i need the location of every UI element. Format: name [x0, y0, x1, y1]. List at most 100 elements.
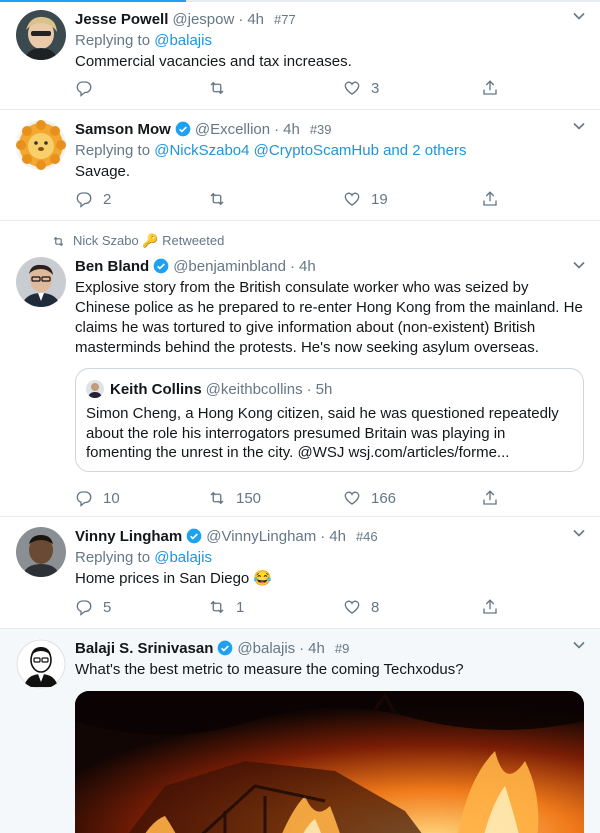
- tweet-time[interactable]: 4h: [308, 640, 325, 657]
- author-handle[interactable]: @balajis: [237, 640, 295, 657]
- author-handle[interactable]: @jespow: [172, 11, 234, 28]
- author-handle[interactable]: @Excellion: [195, 121, 270, 138]
- quoted-tweet-text: Simon Cheng, a Hong Kong citizen, said h…: [86, 405, 559, 461]
- reply-button[interactable]: 2: [75, 190, 111, 208]
- share-button[interactable]: [481, 79, 499, 97]
- reply-count: 5: [103, 598, 112, 616]
- retweet-icon: [210, 600, 224, 614]
- retweet-button[interactable]: [208, 79, 236, 97]
- tweet-header: Balaji S. Srinivasan @balajis · 4h #9: [75, 638, 584, 658]
- tweet-text: Explosive story from the British consula…: [75, 279, 583, 356]
- reply-count: 10: [103, 489, 120, 507]
- share-button[interactable]: [481, 489, 499, 507]
- separator-dot: ·: [320, 527, 326, 545]
- verified-badge-icon: [153, 258, 169, 274]
- quoted-avatar: [86, 380, 104, 398]
- chevron-down-icon[interactable]: [572, 119, 586, 133]
- reply-icon: [76, 491, 92, 507]
- avatar[interactable]: [16, 257, 66, 307]
- tweet[interactable]: Balaji S. Srinivasan @balajis · 4h #9 Wh…: [0, 629, 600, 833]
- avatar[interactable]: [16, 527, 66, 577]
- author-name[interactable]: Jesse Powell: [75, 11, 168, 28]
- quoted-author-handle: @keithbcollins: [205, 380, 303, 398]
- retweet-context: Nick Szabo 🔑 Retweeted: [52, 233, 224, 249]
- tweet-time[interactable]: 4h: [299, 258, 316, 275]
- reply-icon: [76, 192, 92, 208]
- author-handle[interactable]: @VinnyLingham: [206, 528, 316, 545]
- tweet-actions: 3: [75, 79, 505, 103]
- separator-dot: ·: [299, 639, 305, 657]
- like-button[interactable]: 19: [343, 190, 388, 208]
- tweet[interactable]: Nick Szabo 🔑 Retweeted Ben Bland @benjam…: [0, 221, 600, 517]
- share-button[interactable]: [481, 598, 499, 616]
- quoted-tweet[interactable]: Keith Collins @keithbcollins · 5h Simon …: [75, 368, 584, 472]
- retweet-count: 1: [236, 598, 245, 616]
- tweet[interactable]: Samson Mow @Excellion · 4h #39 Replying …: [0, 110, 600, 221]
- tweet-media-image[interactable]: [75, 691, 584, 833]
- retweet-button[interactable]: 150: [208, 489, 261, 507]
- author-name[interactable]: Vinny Lingham: [75, 528, 182, 545]
- retweet-icon: [210, 192, 224, 206]
- avatar[interactable]: [16, 10, 66, 60]
- heart-icon: [344, 491, 360, 505]
- replying-to-line: Replying to @balajis: [75, 31, 584, 51]
- reply-button[interactable]: 10: [75, 489, 120, 507]
- replying-to-link[interactable]: @balajis: [154, 549, 212, 566]
- like-button[interactable]: 8: [343, 598, 379, 616]
- tweet-time[interactable]: 4h: [283, 121, 300, 138]
- share-button[interactable]: [481, 190, 499, 208]
- share-icon: [483, 191, 497, 206]
- tweet-text: Commercial vacancies and tax increases.: [75, 53, 352, 70]
- replying-to-line: Replying to @balajis: [75, 548, 584, 568]
- tweet[interactable]: Jesse Powell @jespow · 4h #77 Replying t…: [0, 0, 600, 110]
- retweet-button[interactable]: [208, 190, 236, 208]
- chevron-down-icon[interactable]: [572, 9, 586, 23]
- heart-icon: [344, 192, 360, 206]
- avatar[interactable]: [16, 120, 66, 170]
- timeline: Jesse Powell @jespow · 4h #77 Replying t…: [0, 0, 600, 833]
- rank-label: #9: [334, 640, 350, 656]
- replying-to-link[interactable]: @balajis: [154, 32, 212, 49]
- reply-button[interactable]: [75, 79, 103, 97]
- burning-house-image: [75, 691, 584, 833]
- chevron-down-icon[interactable]: [572, 526, 586, 540]
- author-name[interactable]: Ben Bland: [75, 258, 149, 275]
- tweet-time[interactable]: 4h: [329, 528, 346, 545]
- separator-dot: ·: [290, 257, 295, 275]
- avatar[interactable]: [16, 639, 66, 689]
- retweet-button[interactable]: 1: [208, 598, 244, 616]
- retweet-count: 150: [236, 489, 262, 507]
- tweet-text: Home prices in San Diego 😂: [75, 570, 273, 587]
- replying-to-prefix: Replying to: [75, 142, 151, 159]
- chevron-down-icon[interactable]: [572, 258, 586, 272]
- quoted-author-name: Keith Collins: [110, 380, 202, 398]
- tweet-text: Savage.: [75, 163, 131, 180]
- reply-count: 2: [103, 190, 112, 208]
- like-count: 166: [371, 489, 397, 507]
- like-button[interactable]: 3: [343, 79, 379, 97]
- quoted-tweet-header: Keith Collins @keithbcollins · 5h: [86, 379, 573, 399]
- author-handle[interactable]: @benjaminbland: [173, 258, 286, 275]
- chevron-down-icon[interactable]: [572, 638, 586, 652]
- share-icon: [483, 599, 497, 614]
- like-count: 19: [371, 190, 388, 208]
- author-name[interactable]: Balaji S. Srinivasan: [75, 640, 213, 657]
- replying-to-link[interactable]: @NickSzabo4 @CryptoScamHub and 2 others: [154, 142, 466, 159]
- reply-icon: [76, 81, 92, 97]
- heart-icon: [344, 81, 360, 95]
- reply-icon: [76, 600, 92, 616]
- separator-dot: ·: [274, 120, 280, 138]
- like-button[interactable]: 166: [343, 489, 396, 507]
- tweet-time[interactable]: 4h: [247, 11, 264, 28]
- tweet-header: Samson Mow @Excellion · 4h #39: [75, 119, 584, 139]
- tweet-header: Vinny Lingham @VinnyLingham · 4h #46: [75, 526, 584, 546]
- tweet-text: What's the best metric to measure the co…: [75, 661, 464, 678]
- replying-to-line: Replying to @NickSzabo4 @CryptoScamHub a…: [75, 141, 584, 161]
- tweet[interactable]: Vinny Lingham @VinnyLingham · 4h #46 Rep…: [0, 517, 600, 629]
- retweeted-by-label[interactable]: Nick Szabo 🔑 Retweeted: [73, 233, 224, 249]
- tweet-actions: 10 150 166: [75, 489, 505, 513]
- like-count: 8: [371, 598, 380, 616]
- reply-button[interactable]: 5: [75, 598, 111, 616]
- heart-icon: [344, 600, 360, 614]
- author-name[interactable]: Samson Mow: [75, 121, 171, 138]
